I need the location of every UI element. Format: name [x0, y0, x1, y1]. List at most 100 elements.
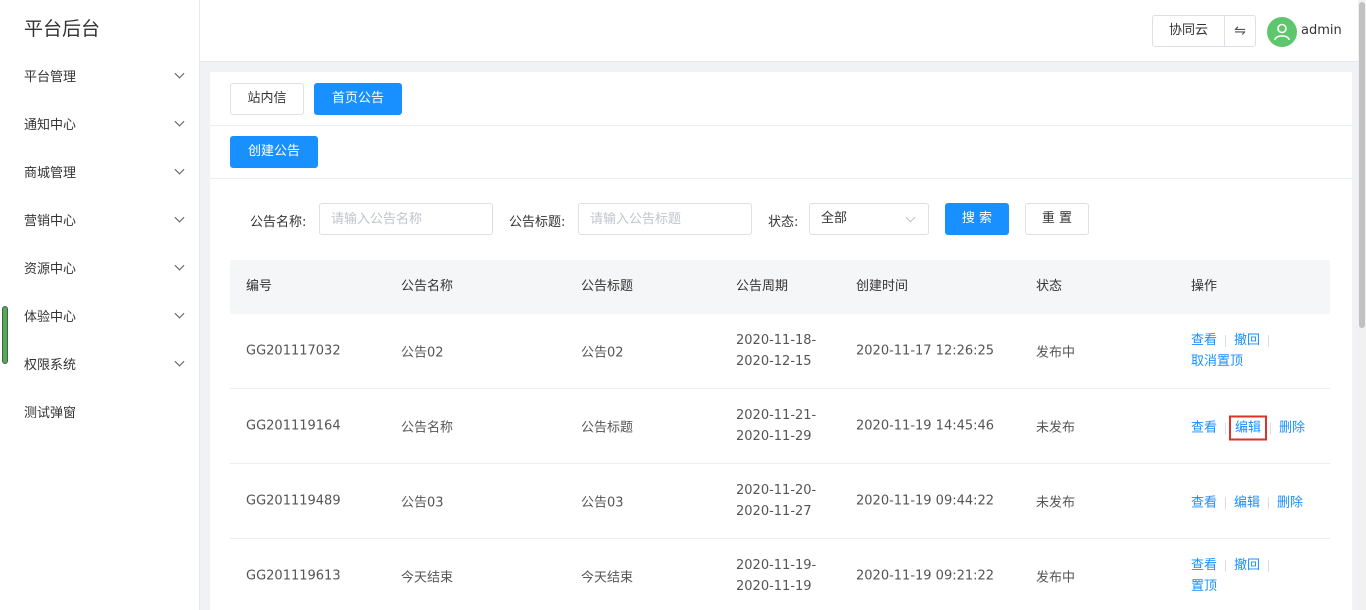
sidebar-item-marketing[interactable]: 营销中心: [0, 195, 199, 243]
sidebar-item-label: 通知中心: [24, 117, 77, 133]
table-header: 编号 公告名称 公告标题 公告周期 创建时间 状态 操作: [230, 260, 1330, 314]
column-header-actions: 操作: [1191, 279, 1218, 294]
sidebar-item-notification[interactable]: 通知中心: [0, 99, 199, 147]
status-select[interactable]: 全部: [809, 203, 929, 235]
pin-link[interactable]: 置顶: [1191, 579, 1217, 594]
sidebar-item-experience[interactable]: 体验中心: [0, 291, 199, 339]
sidebar: 平台后台 平台管理 通知中心 商城管理 营销中心 资源中心 体验中心 权限系统 …: [0, 0, 200, 610]
divider: [1225, 497, 1227, 509]
divider: [1270, 422, 1272, 434]
sidebar-item-label: 权限系统: [24, 357, 77, 373]
sidebar-item-label: 体验中心: [24, 309, 77, 325]
sidebar-item-label: 测试弹窗: [24, 405, 77, 421]
sidebar-item-resource[interactable]: 资源中心: [0, 243, 199, 291]
app-title: 平台后台: [24, 18, 101, 40]
divider: [1268, 559, 1270, 572]
period-start: 2020-11-20-: [736, 483, 817, 498]
cell-actions: 查看 撤回 取消置顶: [1191, 330, 1277, 372]
name-filter-input[interactable]: [319, 203, 493, 235]
cell-created: 2020-11-19 09:21:22: [856, 568, 995, 584]
cell-name: 公告名称: [401, 420, 454, 436]
title-filter-input[interactable]: [578, 203, 752, 235]
sidebar-item-platform[interactable]: 平台管理: [0, 51, 199, 99]
edit-link[interactable]: 编辑: [1229, 415, 1268, 441]
cell-id: GG201119489: [246, 493, 341, 509]
edit-link[interactable]: 编辑: [1234, 496, 1260, 511]
cell-id: GG201119613: [246, 568, 341, 584]
period-end: 2020-12-15: [736, 354, 812, 369]
table-row: GG201119489 公告03 公告03 2020-11-20- 2020-1…: [230, 464, 1330, 539]
user-icon: [1274, 23, 1290, 41]
chevron-down-icon: [174, 212, 185, 223]
period-start: 2020-11-19-: [736, 558, 817, 573]
cell-status: 发布中: [1036, 345, 1076, 361]
divider: [1225, 559, 1227, 572]
delete-link[interactable]: 删除: [1277, 496, 1303, 511]
cell-period: 2020-11-19- 2020-11-19: [736, 555, 816, 597]
cell-actions: 查看 编辑 删除: [1191, 415, 1305, 441]
username[interactable]: admin: [1301, 23, 1342, 38]
tenant-switcher[interactable]: 协同云 ⇋: [1152, 15, 1256, 47]
cell-id: GG201117032: [246, 343, 341, 359]
create-announcement-button[interactable]: 创建公告: [230, 136, 318, 168]
revoke-link[interactable]: 撤回: [1234, 558, 1260, 573]
search-button[interactable]: 搜 索: [945, 203, 1009, 235]
cell-actions: 查看 编辑 删除: [1191, 492, 1303, 511]
column-header-period: 公告周期: [736, 279, 789, 294]
cell-title: 公告03: [581, 495, 624, 511]
unpin-link[interactable]: 取消置顶: [1191, 354, 1243, 369]
period-end: 2020-11-29: [736, 429, 812, 444]
view-link[interactable]: 查看: [1191, 558, 1217, 573]
cell-title: 公告02: [581, 345, 624, 361]
page-scrollbar[interactable]: [1358, 0, 1366, 610]
tenant-name[interactable]: 协同云: [1153, 16, 1225, 46]
chevron-down-icon: [174, 260, 185, 271]
cell-created: 2020-11-17 12:26:25: [856, 343, 995, 359]
cell-created: 2020-11-19 14:45:46: [856, 418, 995, 434]
view-link[interactable]: 查看: [1191, 421, 1217, 436]
period-start: 2020-11-21-: [736, 408, 817, 423]
view-link[interactable]: 查看: [1191, 333, 1217, 348]
title-filter-label: 公告标题:: [509, 215, 566, 230]
chevron-down-icon: [174, 68, 185, 79]
period-end: 2020-11-27: [736, 504, 812, 519]
tab-site-messages[interactable]: 站内信: [230, 83, 304, 115]
sidebar-resize-handle[interactable]: [2, 306, 8, 364]
chevron-down-icon: [174, 308, 185, 319]
swap-icon[interactable]: ⇋: [1225, 16, 1255, 46]
cell-period: 2020-11-21- 2020-11-29: [736, 405, 816, 447]
sidebar-item-label: 营销中心: [24, 213, 77, 229]
revoke-link[interactable]: 撤回: [1234, 333, 1260, 348]
cell-title: 今天结束: [581, 570, 634, 586]
cell-created: 2020-11-19 09:44:22: [856, 493, 995, 509]
period-start: 2020-11-18-: [736, 333, 817, 348]
cell-actions: 查看 撤回 置顶: [1191, 555, 1277, 597]
status-filter-label: 状态:: [768, 215, 799, 230]
tab-home-announcements[interactable]: 首页公告: [314, 83, 402, 115]
top-header: 协同云 ⇋ admin: [200, 0, 1358, 62]
period-end: 2020-11-19: [736, 579, 812, 594]
sidebar-item-permission[interactable]: 权限系统: [0, 339, 199, 387]
sidebar-item-label: 商城管理: [24, 165, 77, 181]
cell-status: 发布中: [1036, 570, 1076, 586]
scrollbar-thumb[interactable]: [1359, 2, 1365, 328]
sidebar-item-label: 平台管理: [24, 69, 77, 85]
sidebar-item-test-popup[interactable]: 测试弹窗: [0, 387, 199, 435]
sidebar-item-mall[interactable]: 商城管理: [0, 147, 199, 195]
cell-period: 2020-11-18- 2020-12-15: [736, 330, 816, 372]
content-card: 站内信 首页公告 创建公告 公告名称: 公告标题: 状态: 全部 搜 索 重 置…: [210, 72, 1352, 610]
divider: [210, 178, 1352, 179]
cell-name: 公告03: [401, 495, 444, 511]
view-link[interactable]: 查看: [1191, 496, 1217, 511]
table-row: GG201117032 公告02 公告02 2020-11-18- 2020-1…: [230, 314, 1330, 389]
cell-period: 2020-11-20- 2020-11-27: [736, 480, 816, 522]
cell-status: 未发布: [1036, 495, 1076, 511]
delete-link[interactable]: 删除: [1279, 421, 1305, 436]
chevron-down-icon: [174, 356, 185, 367]
cell-title: 公告标题: [581, 420, 634, 436]
avatar[interactable]: [1267, 17, 1297, 47]
divider: [1268, 334, 1270, 347]
reset-button[interactable]: 重 置: [1025, 203, 1089, 235]
divider: [210, 125, 1352, 126]
column-header-title: 公告标题: [581, 279, 634, 294]
